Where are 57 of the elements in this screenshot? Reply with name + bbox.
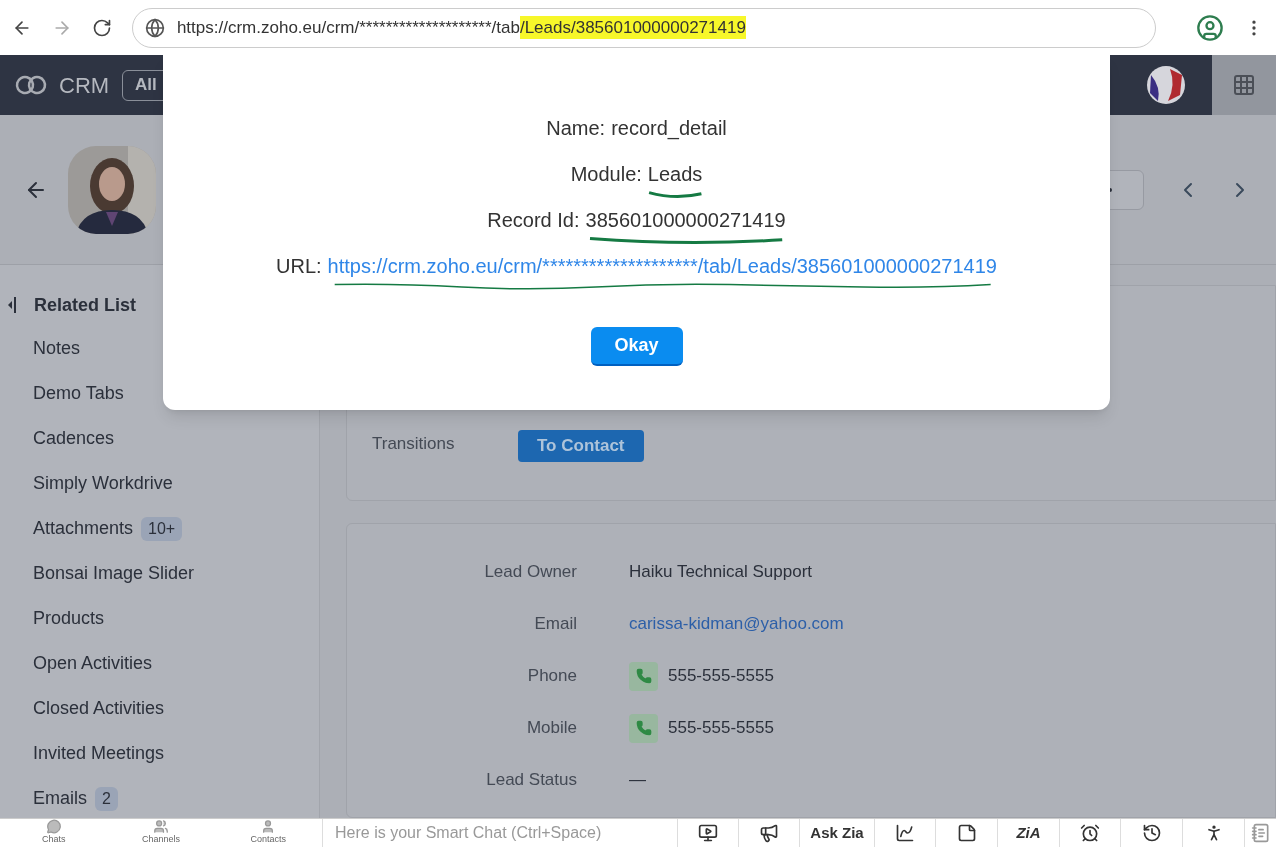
related-list-item[interactable]: Demo Tabs xyxy=(33,380,124,407)
chart-icon xyxy=(895,823,915,843)
underline-annotation xyxy=(647,189,703,201)
count-badge: 10+ xyxy=(141,516,183,541)
field-label: Lead Owner xyxy=(483,561,577,584)
site-info-icon xyxy=(144,17,165,38)
related-list-item[interactable]: Invited Meetings xyxy=(33,740,165,767)
related-list-item[interactable]: Emails xyxy=(33,785,87,812)
field-value: 555-555-5555 xyxy=(668,717,774,740)
collapse-icon[interactable] xyxy=(8,297,16,313)
chat-nav-tab[interactable]: Chats xyxy=(0,819,108,847)
dialog-value: record_detail xyxy=(611,117,727,139)
dialog-label: Name: xyxy=(546,116,606,141)
ask-zia-button[interactable]: Ask Zia xyxy=(800,819,875,847)
history-icon xyxy=(1141,823,1162,843)
dialog-value: 385601000000271419 xyxy=(585,209,786,231)
field-label: Mobile xyxy=(525,717,577,740)
megaphone-icon xyxy=(759,823,779,843)
chat-bubble-icon xyxy=(45,819,62,834)
terminal-play-icon xyxy=(698,823,718,843)
dialog-label: URL: xyxy=(276,254,322,279)
group-icon xyxy=(153,819,169,834)
reload-icon[interactable] xyxy=(91,17,112,38)
related-list-item[interactable]: Products xyxy=(33,605,105,632)
chat-nav-tab[interactable]: Channels xyxy=(107,819,215,847)
field-label: Email xyxy=(533,613,577,636)
notes-stack-icon xyxy=(1250,823,1271,843)
related-list-item[interactable]: Closed Activities xyxy=(33,695,165,722)
field-label: Lead Status xyxy=(485,769,577,792)
field-label: Phone xyxy=(526,665,577,688)
related-list-item[interactable]: Attachments xyxy=(33,515,134,542)
org-logo-icon[interactable] xyxy=(1146,65,1186,105)
dialog-label: Record Id: xyxy=(487,208,580,233)
profile-icon[interactable] xyxy=(1196,13,1225,42)
related-list-item[interactable]: Bonsai Image Slider xyxy=(33,560,195,587)
related-list-item[interactable]: Cadences xyxy=(33,425,115,452)
field-value: Haiku Technical Support xyxy=(629,561,812,584)
note-icon xyxy=(956,823,977,843)
related-list-item[interactable]: Simply Workdrive xyxy=(33,470,173,497)
apps-button[interactable] xyxy=(1212,55,1276,115)
app-title: CRM xyxy=(59,71,110,100)
dialog-label: Module: xyxy=(570,162,642,187)
apps-grid-icon xyxy=(1232,73,1256,97)
logo-icon xyxy=(15,74,47,96)
okay-button[interactable]: Okay xyxy=(590,327,683,366)
chat-nav-tab[interactable]: Contacts xyxy=(214,819,322,847)
related-list-item[interactable]: Notes xyxy=(33,335,81,362)
related-list-heading: Related List xyxy=(34,293,137,317)
count-badge: 2 xyxy=(95,786,118,811)
field-value: — xyxy=(629,769,646,792)
field-value: 555-555-5555 xyxy=(668,665,774,688)
record-url-link[interactable]: https://crm.zoho.eu/crm/********************/tab/Leads/385601000000271419 xyxy=(327,255,997,277)
zia-button[interactable]: ZiA xyxy=(998,819,1060,847)
field-label: Transitions xyxy=(372,432,456,455)
related-list-item[interactable]: Open Activities xyxy=(33,650,153,677)
alarm-clock-icon xyxy=(1080,823,1100,843)
dialog-value: Leads xyxy=(647,163,703,185)
